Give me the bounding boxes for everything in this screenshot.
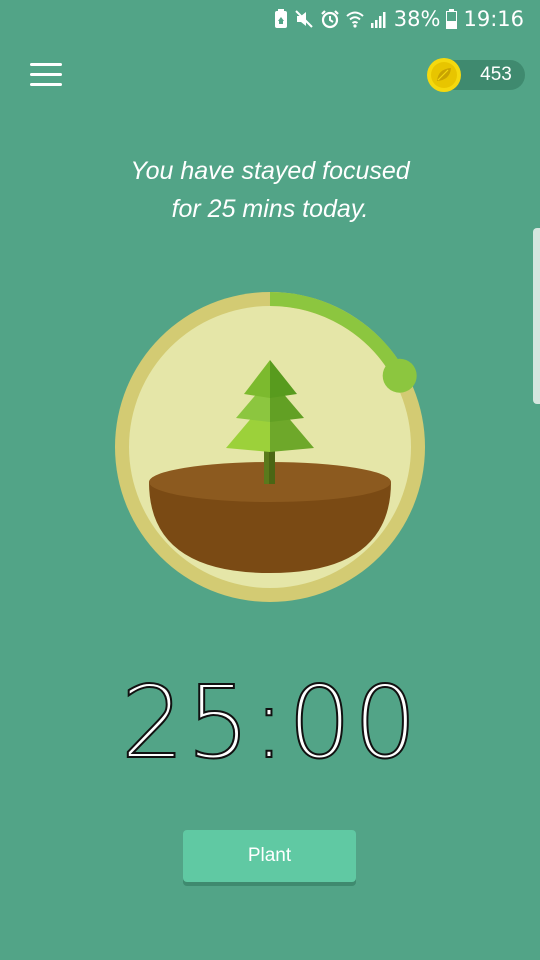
coin-count: 453 — [480, 64, 512, 85]
battery-saver-icon — [274, 9, 288, 29]
progress-knob[interactable] — [382, 358, 417, 393]
menu-bar-top — [30, 63, 62, 66]
menu-bar-middle — [30, 73, 62, 76]
battery-icon — [446, 9, 458, 29]
status-time: 19:16 — [463, 7, 524, 31]
mute-icon — [294, 9, 314, 29]
coin-counter[interactable]: 453 — [427, 58, 525, 92]
status-bar: 38% 19:16 — [0, 0, 540, 38]
wifi-icon — [346, 10, 364, 28]
focus-screen: 38% 19:16 453 You have stayed focused fo… — [0, 0, 540, 960]
edge-panel-handle[interactable] — [533, 228, 540, 404]
plant-button[interactable]: Plant — [183, 830, 356, 882]
focus-message-line-2: for 25 mins today. — [171, 195, 369, 223]
focus-message-line-1: You have stayed focused — [130, 157, 410, 185]
status-icons: 38% 19:16 — [274, 6, 524, 32]
tree-progress-ring[interactable] — [113, 290, 427, 604]
battery-percent: 38% — [393, 7, 441, 31]
focus-message: You have stayed focused for 25 mins toda… — [0, 152, 540, 228]
leaf-coin-icon — [426, 57, 462, 98]
tree-ring-graphic — [115, 292, 425, 602]
alarm-icon — [320, 9, 340, 29]
timer-display[interactable]: 25:00 — [0, 663, 540, 782]
menu-bar-bottom — [30, 83, 62, 86]
hamburger-menu-icon[interactable] — [28, 60, 66, 90]
signal-icon — [370, 10, 388, 28]
